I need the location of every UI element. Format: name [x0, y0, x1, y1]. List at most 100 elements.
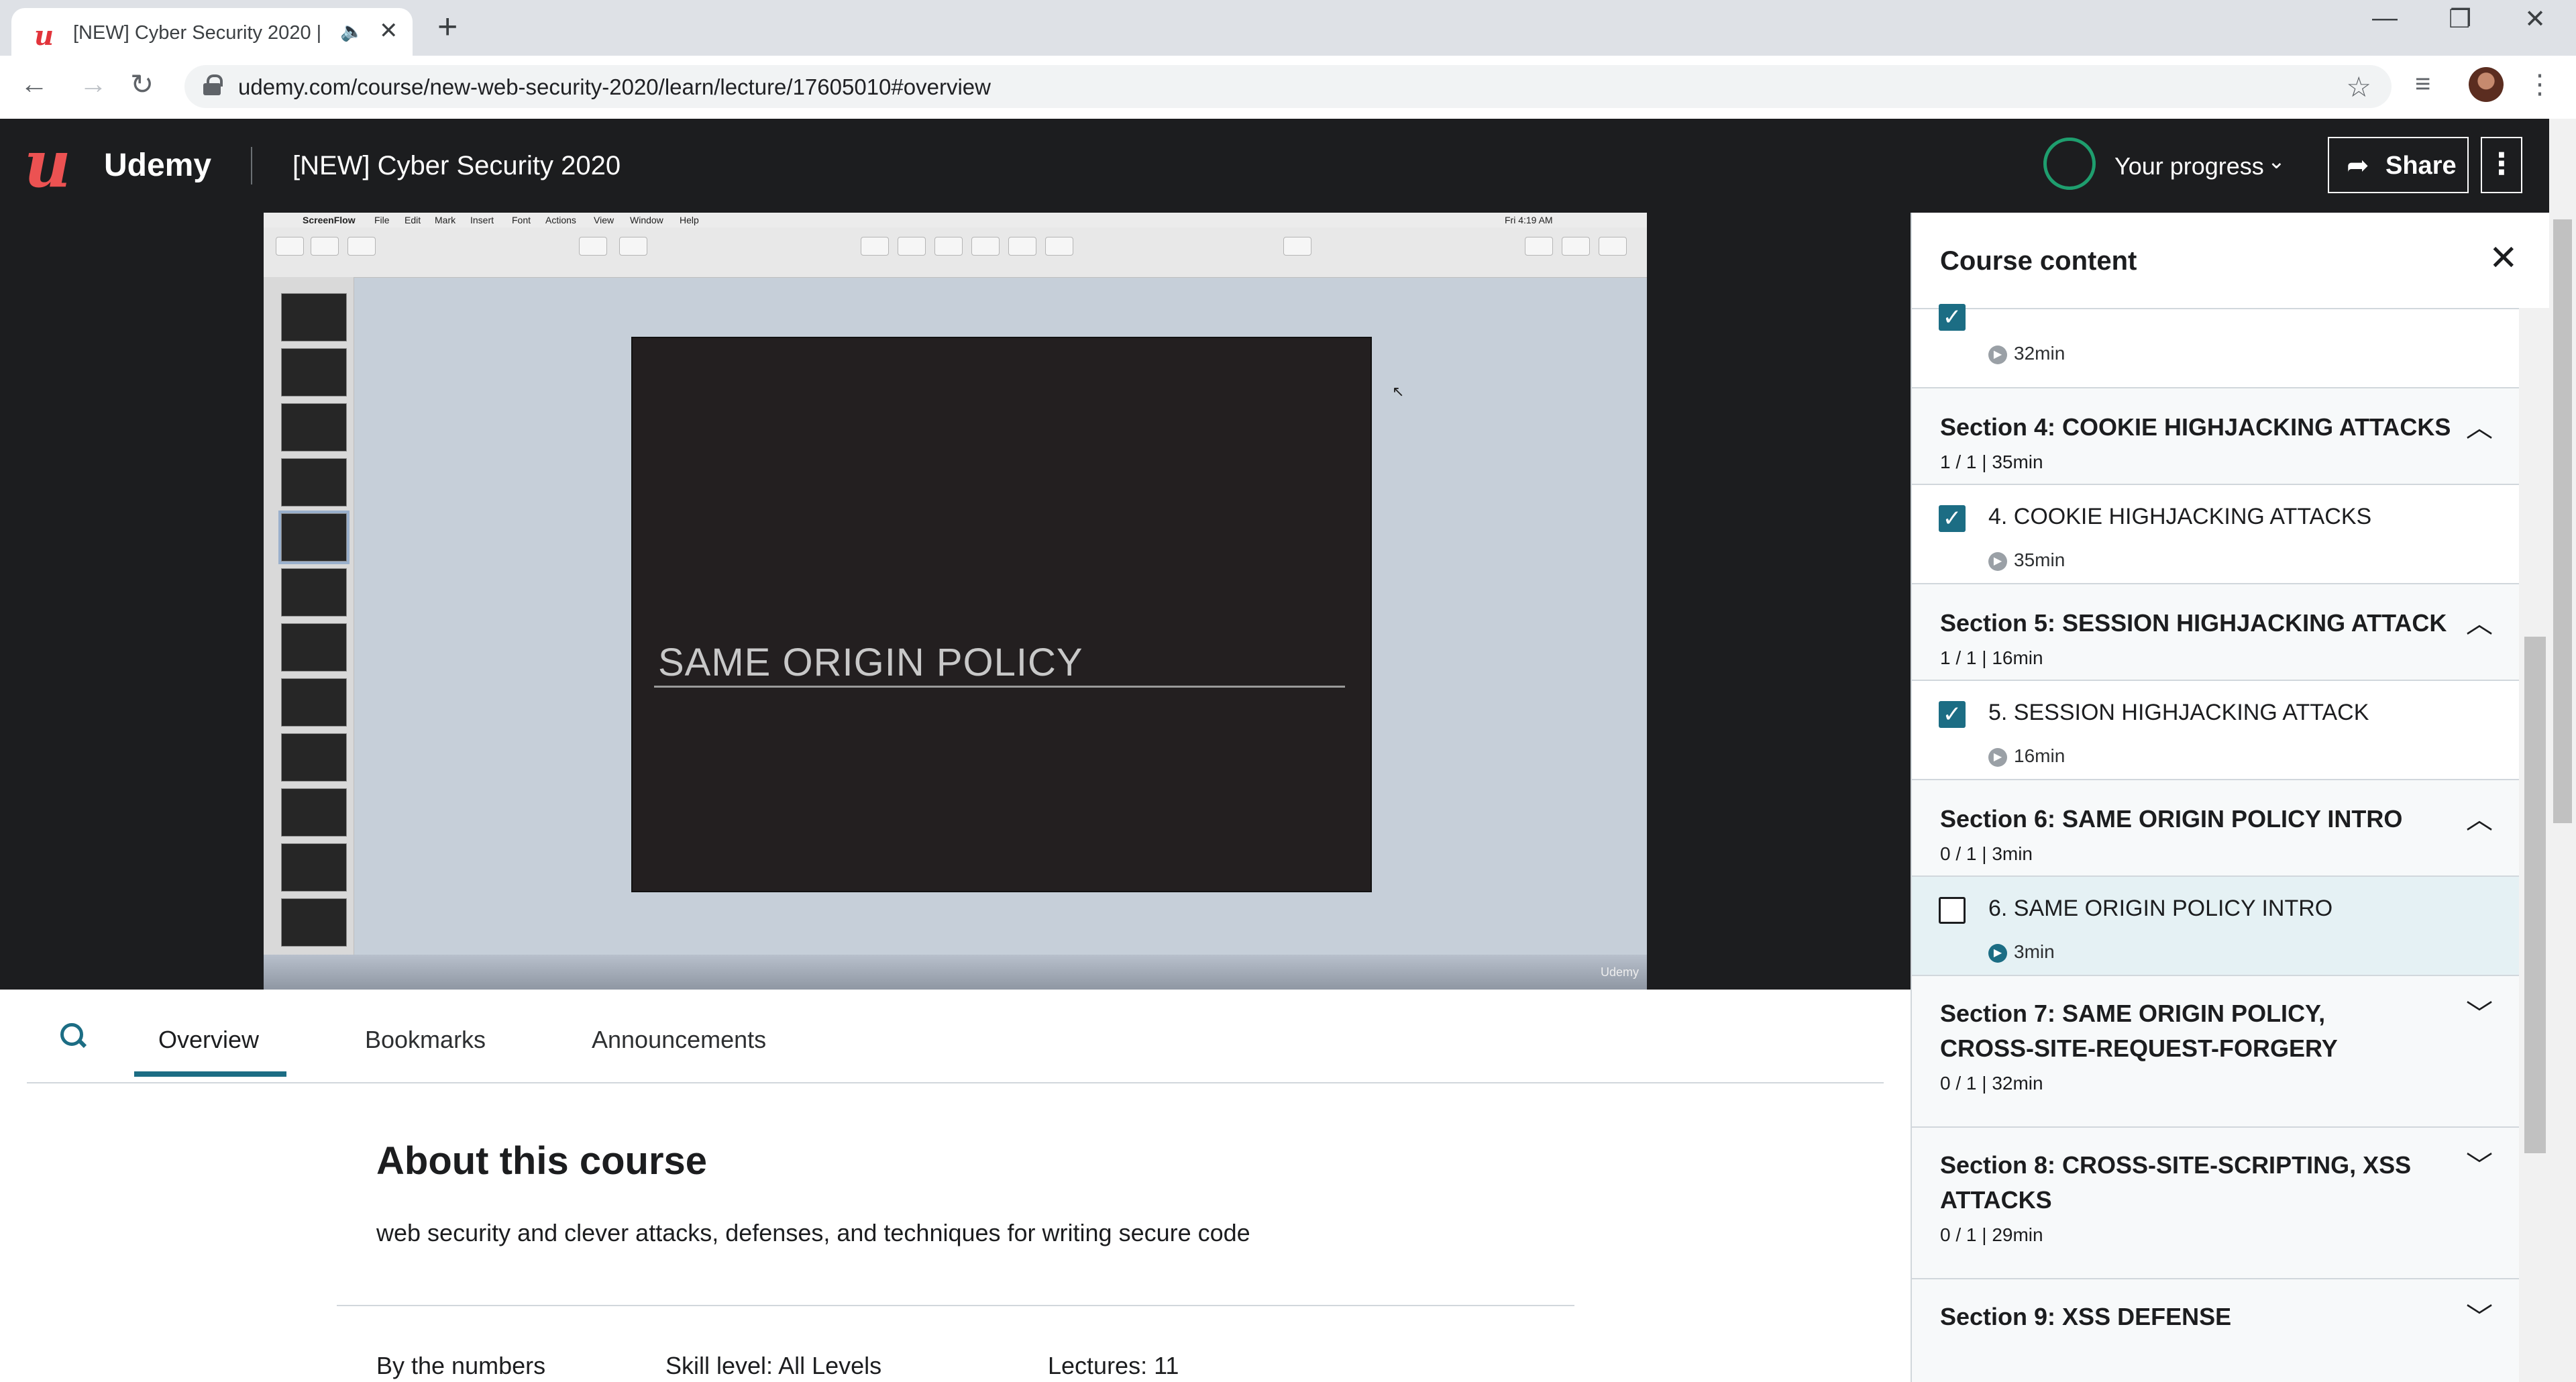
video-player[interactable]: ScreenFlow File Edit Mark Insert Font Ac…: [0, 213, 1911, 990]
course-content-scrollbar[interactable]: [2519, 308, 2551, 1382]
forward-icon[interactable]: →: [79, 68, 107, 100]
menubar-item: View: [594, 215, 614, 225]
lecture-item[interactable]: ✓ 4. COOKIE HIGHJACKING ATTACKS ▶ 35min: [1912, 485, 2519, 584]
restore-button[interactable]: ❐: [2423, 4, 2497, 34]
about-divider: [337, 1305, 1574, 1306]
search-icon[interactable]: [60, 1023, 87, 1050]
lecture-duration: ▶ 35min: [1988, 549, 2065, 571]
slide-thumbnail-selected: [281, 513, 347, 562]
progress-ring-icon[interactable]: [2043, 138, 2096, 190]
toolbar-add-slide-icon: [347, 237, 376, 256]
video-frame[interactable]: ScreenFlow File Edit Mark Insert Font Ac…: [264, 213, 1647, 990]
chevron-down-icon[interactable]: ﹀: [2466, 1295, 2493, 1334]
section-meta: 1 / 1 | 16min: [1940, 647, 2043, 668]
scrollbar-thumb[interactable]: [2524, 637, 2546, 1153]
address-bar[interactable]: udemy.com/course/new-web-security-2020/l…: [184, 65, 2392, 108]
course-content-title: Course content: [1940, 246, 2137, 276]
section-header[interactable]: Section 4: COOKIE HIGHJACKING ATTACKS 1 …: [1912, 388, 2519, 485]
toolbar-format-icon: [1525, 237, 1553, 256]
page-scrollbar[interactable]: [2549, 119, 2576, 1382]
section-title: Section 8: CROSS-SITE-SCRIPTING, XSS: [1940, 1151, 2412, 1179]
speaker-icon[interactable]: 🔈: [340, 20, 364, 42]
lock-icon: [203, 74, 223, 95]
slide-navigator: [264, 277, 354, 955]
new-tab-button[interactable]: +: [437, 7, 458, 47]
checkbox-checked[interactable]: ✓: [1939, 701, 1966, 728]
toolbar-collaborate-icon: [1283, 237, 1311, 256]
slide-thumbnail: [281, 623, 347, 672]
minimize-button[interactable]: —: [2348, 4, 2422, 33]
section-header[interactable]: Section 6: SAME ORIGIN POLICY INTRO 0 / …: [1912, 780, 2519, 877]
section-header[interactable]: Section 5: SESSION HIGHJACKING ATTACK 1 …: [1912, 584, 2519, 681]
lecture-item[interactable]: ✓ 5. SESSION HIGHJACKING ATTACK ▶ 16min: [1912, 681, 2519, 780]
toolbar-play-icon: [579, 237, 607, 256]
share-icon: ➦: [2347, 151, 2369, 180]
browser-tab[interactable]: u [NEW] Cyber Security 2020 | 🔈 ✕: [11, 8, 413, 56]
tab-bookmarks[interactable]: Bookmarks: [365, 1026, 486, 1054]
toolbar-keynote-live-icon: [619, 237, 647, 256]
page-scrollbar-thumb[interactable]: [2553, 219, 2572, 823]
media-control-icon[interactable]: ≡: [2415, 69, 2430, 99]
section-title: Section 4: COOKIE HIGHJACKING ATTACKS: [1940, 413, 2451, 441]
profile-avatar[interactable]: [2469, 67, 2504, 102]
lecture-duration: ▶ 32min: [1988, 343, 2065, 364]
app-toolbar: [264, 227, 1647, 278]
course-content-header: Course content ✕: [1912, 213, 2551, 309]
checkbox-checked[interactable]: ✓: [1939, 304, 1966, 331]
share-label: Share: [2385, 152, 2457, 180]
section-header[interactable]: Section 9: XSS DEFENSE ﹀: [1912, 1279, 2519, 1382]
brand-name[interactable]: Udemy: [104, 147, 211, 184]
chrome-menu-icon[interactable]: ⋮: [2526, 69, 2553, 100]
close-icon[interactable]: ✕: [2489, 238, 2518, 278]
checkbox-checked[interactable]: ✓: [1939, 505, 1966, 532]
section-title: Section 9: XSS DEFENSE: [1940, 1303, 2232, 1330]
chevron-up-icon[interactable]: ︿: [2466, 798, 2493, 837]
duration-text: 32min: [2014, 343, 2065, 364]
skill-level: Skill level: All Levels: [665, 1352, 882, 1379]
lecture-item[interactable]: ✓ ▶ 32min: [1912, 304, 2519, 388]
share-button[interactable]: ➦ Share: [2328, 137, 2469, 193]
menubar-item: Mark: [435, 215, 456, 225]
window-close-button[interactable]: ✕: [2498, 4, 2572, 34]
lecture-item-current[interactable]: 6. SAME ORIGIN POLICY INTRO ▶ 3min: [1912, 877, 2519, 976]
section-title-line2: CROSS-SITE-REQUEST-FORGERY: [1940, 1034, 2338, 1062]
toolbar-comment-icon: [1045, 237, 1073, 256]
play-icon: ▶: [1988, 747, 2007, 767]
menubar-clock: Fri 4:19 AM: [1505, 215, 1553, 225]
section-header[interactable]: Section 8: CROSS-SITE-SCRIPTING, XSS ATT…: [1912, 1128, 2519, 1279]
section-header[interactable]: Section 7: SAME ORIGIN POLICY, CROSS-SIT…: [1912, 976, 2519, 1128]
section-title: Section 7: SAME ORIGIN POLICY,: [1940, 1000, 2326, 1027]
toolbar-shape-icon: [971, 237, 1000, 256]
menubar-item: Actions: [545, 215, 576, 225]
checkbox-unchecked[interactable]: [1939, 897, 1966, 924]
menubar-item: Help: [680, 215, 699, 225]
bookmark-star-icon[interactable]: ☆: [2346, 70, 2371, 103]
chevron-down-icon[interactable]: ﹀: [2466, 1144, 2493, 1183]
duration-text: 3min: [2014, 941, 2055, 962]
chevron-down-icon[interactable]: ⌄: [2267, 148, 2286, 174]
chevron-down-icon[interactable]: ﹀: [2466, 992, 2493, 1031]
udemy-logo-icon[interactable]: u: [24, 132, 71, 197]
chevron-up-icon[interactable]: ︿: [2466, 602, 2493, 641]
reload-icon[interactable]: ↻: [130, 68, 154, 101]
tabs-divider: [27, 1082, 1884, 1083]
toolbar-document-icon: [1599, 237, 1627, 256]
toolbar-media-icon: [1008, 237, 1036, 256]
tab-overview[interactable]: Overview: [158, 1026, 259, 1054]
more-options-button[interactable]: ⋮: [2481, 137, 2522, 193]
slide-thumbnail: [281, 293, 347, 341]
close-tab-icon[interactable]: ✕: [379, 17, 398, 44]
course-content-panel: Course content ✕ ✓ ▶ 32min Section 4: COO…: [1911, 213, 2551, 1382]
toolbar-chart-icon: [898, 237, 926, 256]
back-icon[interactable]: ←: [20, 68, 48, 100]
menubar-item: File: [374, 215, 390, 225]
chevron-up-icon[interactable]: ︿: [2466, 406, 2493, 445]
course-title[interactable]: [NEW] Cyber Security 2020: [292, 151, 621, 181]
browser-tab-bar: u [NEW] Cyber Security 2020 | 🔈 ✕ + — ❐ …: [0, 0, 2576, 56]
menubar-item: ScreenFlow: [303, 215, 356, 225]
menubar-item: Window: [630, 215, 663, 225]
progress-label[interactable]: Your progress: [2114, 152, 2264, 180]
section-meta: 0 / 1 | 29min: [1940, 1224, 2043, 1245]
tab-announcements[interactable]: Announcements: [592, 1026, 766, 1054]
toolbar-table-icon: [861, 237, 889, 256]
